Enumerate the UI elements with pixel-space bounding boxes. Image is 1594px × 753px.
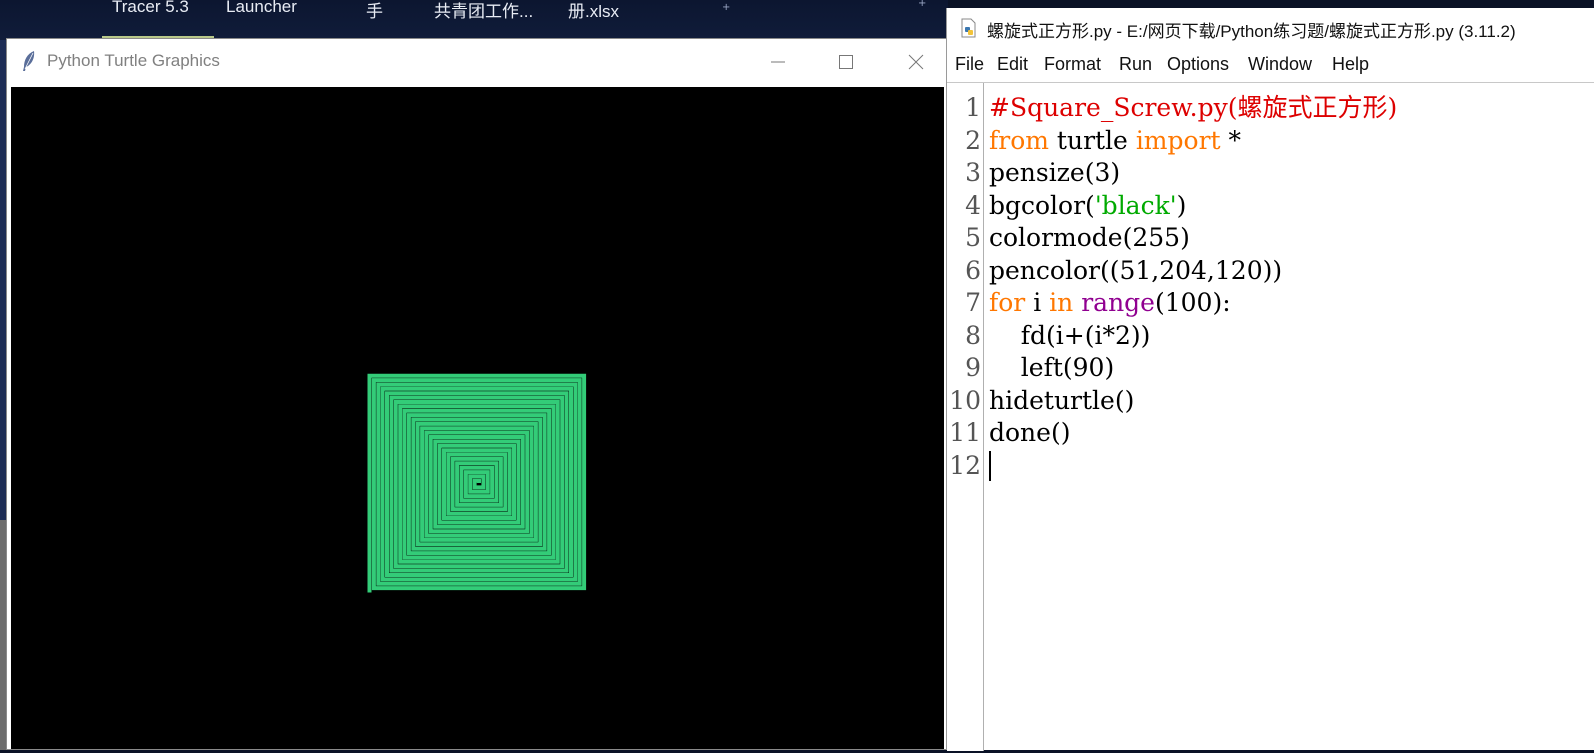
menu-format[interactable]: Format <box>1044 54 1101 75</box>
minimize-icon <box>771 61 785 63</box>
turtle-titlebar[interactable]: Python Turtle Graphics <box>7 39 946 85</box>
code-token: ) <box>1176 190 1187 220</box>
code-token: turtle <box>1048 125 1136 155</box>
code-token: for <box>989 288 1026 317</box>
line-number: 11 <box>949 418 981 447</box>
line-number: 2 <box>965 125 981 155</box>
code-token: done() <box>989 418 1071 447</box>
taskbar-item-youth-league[interactable]: 共青团工作... <box>434 0 533 22</box>
code-line: hideturtle() <box>989 385 1134 417</box>
code-token: fd(i+(i*2)) <box>989 320 1151 350</box>
feather-icon <box>23 51 35 71</box>
code-token: from <box>989 125 1049 155</box>
code-token: pensize(3) <box>989 158 1121 187</box>
code-token: pencolor((51,204,120)) <box>989 255 1283 285</box>
close-icon <box>908 54 924 70</box>
code-line: done() <box>989 417 1070 449</box>
code-token: bgcolor( <box>989 190 1095 220</box>
taskbar-item-hand[interactable]: 手 <box>366 0 383 22</box>
close-button[interactable] <box>893 47 939 77</box>
code-line: for i in range(100): <box>989 287 1231 319</box>
code-line: pensize(3) <box>989 157 1120 189</box>
maximize-button[interactable] <box>823 47 869 77</box>
editor-menubar: File Edit Format Run Options Window Help <box>947 50 1594 80</box>
code-token: range <box>1081 288 1155 317</box>
code-token: i <box>1025 288 1050 317</box>
line-number: 4 <box>965 190 981 220</box>
code-line: fd(i+(i*2)) <box>989 320 1151 352</box>
line-number: 3 <box>965 158 981 187</box>
taskbar-item-launcher[interactable]: Launcher <box>226 0 297 17</box>
code-line: colormode(255) <box>989 222 1190 254</box>
menu-help[interactable]: Help <box>1332 54 1369 75</box>
line-number: 10 <box>949 385 981 415</box>
python-file-icon <box>961 18 976 38</box>
menu-edit[interactable]: Edit <box>997 54 1028 75</box>
code-token: #Square_Screw.py(螺旋式正方形) <box>989 93 1398 122</box>
taskbar-item-xlsx[interactable]: 册.xlsx <box>568 0 619 22</box>
menu-options[interactable]: Options <box>1167 54 1229 75</box>
code-token: 'black' <box>1094 190 1177 220</box>
star-icon: + <box>918 0 927 9</box>
line-number: 8 <box>965 320 981 350</box>
line-number: 9 <box>965 353 981 382</box>
code-token: hideturtle() <box>989 385 1135 415</box>
menu-run[interactable]: Run <box>1119 54 1152 75</box>
code-token: import <box>1135 125 1221 155</box>
code-line: #Square_Screw.py(螺旋式正方形) <box>989 92 1397 124</box>
line-number-gutter: 1 2 3 4 5 6 7 8 9 10 11 12 <box>947 83 984 751</box>
star-icon: + <box>722 2 731 13</box>
menu-window[interactable]: Window <box>1248 54 1312 75</box>
code-token: in <box>1049 288 1074 317</box>
line-number: 5 <box>965 223 981 252</box>
spiral-path <box>367 373 587 593</box>
code-token: colormode(255) <box>989 223 1190 252</box>
code-line: from turtle import * <box>989 125 1241 157</box>
editor-body: 1 2 3 4 5 6 7 8 9 10 11 12 #Square_Screw.py(螺旋式正方形)… <box>947 82 1594 751</box>
desktop-taskbar: Tracer 5.3 Launcher 手 共青团工作... 册.xlsx + … <box>0 0 948 40</box>
editor-titlebar[interactable]: 螺旋式正方形.py - E:/网页下载/Python练习题/螺旋式正方形.py … <box>947 8 1594 48</box>
editor-title: 螺旋式正方形.py - E:/网页下载/Python练习题/螺旋式正方形.py … <box>987 22 1516 41</box>
code-line: pencolor((51,204,120)) <box>989 255 1282 287</box>
menu-file[interactable]: File <box>955 54 984 75</box>
line-number: 12 <box>949 450 981 480</box>
line-number: 7 <box>965 288 981 317</box>
line-number: 1 <box>965 93 981 122</box>
turtle-canvas <box>11 87 944 749</box>
line-number: 6 <box>965 255 981 285</box>
code-token: * <box>1220 125 1242 155</box>
square-spiral-drawing <box>367 373 587 593</box>
idle-editor-window: 螺旋式正方形.py - E:/网页下载/Python练习题/螺旋式正方形.py … <box>946 8 1594 751</box>
turtle-graphics-window: Python Turtle Graphics <box>6 38 947 750</box>
code-token: left(90) <box>989 353 1115 382</box>
minimize-button[interactable] <box>755 47 801 77</box>
code-token: (100): <box>1154 288 1231 317</box>
window-title: Python Turtle Graphics <box>47 51 220 70</box>
text-cursor <box>989 450 991 481</box>
taskbar-item-tracer[interactable]: Tracer 5.3 <box>112 0 189 17</box>
code-editor-text[interactable]: #Square_Screw.py(螺旋式正方形)from turtle impo… <box>989 83 1594 751</box>
maximize-icon <box>839 55 853 69</box>
code-line: bgcolor('black') <box>989 190 1186 222</box>
code-line: left(90) <box>989 352 1114 384</box>
